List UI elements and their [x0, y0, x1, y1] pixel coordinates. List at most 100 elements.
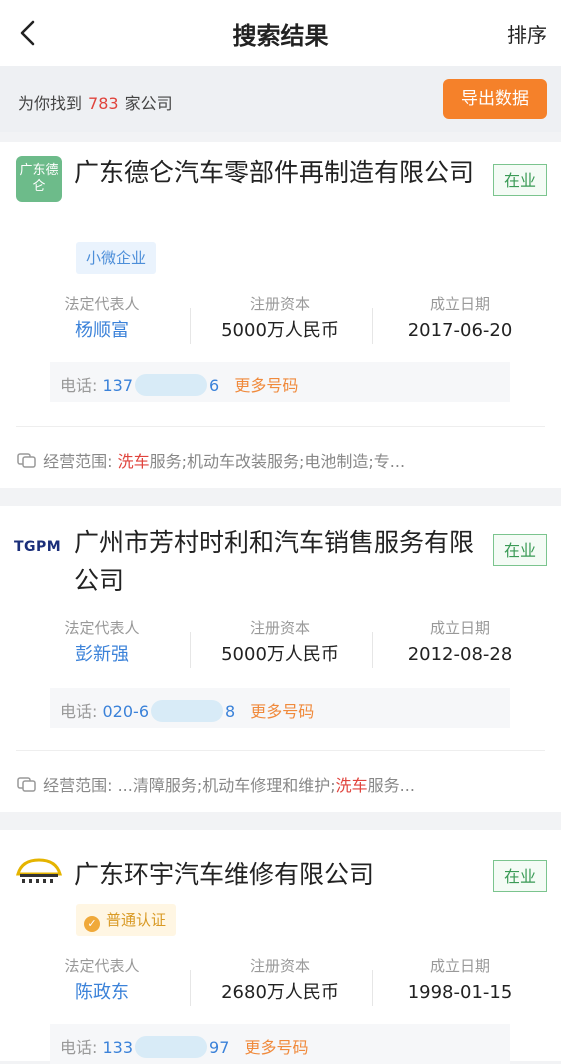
founded-label: 成立日期 — [429, 295, 490, 313]
capital-col: 注册资本 2680万人民币 — [200, 956, 360, 1006]
phone-prefix: 137 — [102, 376, 134, 395]
card-divider — [16, 750, 545, 751]
phone-number[interactable]: 133 97 — [102, 1036, 230, 1058]
sort-button[interactable]: 排序 — [507, 19, 547, 48]
scope-icon — [17, 777, 36, 792]
company-logo: TGPM — [14, 524, 74, 570]
phone-label: 电话: — [60, 376, 98, 395]
company-logo-car-icon — [16, 858, 62, 883]
scope-icon — [17, 453, 36, 468]
logo-text: TGPM — [14, 539, 62, 555]
certification-tag: ✓ 普通认证 — [76, 904, 177, 936]
legal-rep-col: 法定代表人 陈政东 — [22, 956, 182, 1006]
phone-mask — [135, 1036, 208, 1058]
phone-label: 电话: — [60, 702, 98, 721]
scope-label: 经营范围: — [43, 776, 113, 795]
company-name[interactable]: 广东环宇汽车维修有限公司 — [74, 856, 474, 894]
company-info-row: 法定代表人 杨顺富 注册资本 5000万人民币 成立日期 2017-06-20 — [0, 294, 561, 354]
phone-mask — [135, 374, 208, 396]
company-card[interactable]: TGPM 广州市芳村时利和汽车销售服务有限公司 在业 法定代表人 彭新强 注册资… — [0, 506, 561, 812]
divider — [372, 632, 373, 668]
legal-rep-link[interactable]: 陈政东 — [22, 980, 182, 1006]
legal-rep-col: 法定代表人 彭新强 — [22, 618, 182, 668]
scope-text-pre: ...清障服务;机动车修理和维护; — [117, 776, 336, 795]
phone-line: 电话: 137 6 更多号码 — [60, 372, 298, 396]
legal-rep-link[interactable]: 彭新强 — [22, 642, 182, 668]
legal-rep-label: 法定代表人 — [64, 957, 140, 975]
founded-col: 成立日期 2017-06-20 — [380, 294, 540, 344]
company-info-row: 法定代表人 陈政东 注册资本 2680万人民币 成立日期 1998-01-15 — [0, 956, 561, 1016]
capital-value: 5000万人民币 — [221, 644, 339, 665]
phone-mask — [151, 700, 223, 722]
company-card[interactable]: 广东环宇汽车维修有限公司 在业 ✓ 普通认证 法定代表人 陈政东 注册资本 268… — [0, 830, 561, 1064]
capital-value: 2680万人民币 — [221, 982, 339, 1003]
capital-col: 注册资本 5000万人民币 — [200, 294, 360, 344]
capital-label: 注册资本 — [249, 619, 310, 637]
scope-text-post: 服务... — [367, 776, 415, 795]
capital-value: 5000万人民币 — [221, 320, 339, 341]
business-scope: 经营范围: 洗车服务;机动车改装服务;电池制造;专... — [16, 448, 546, 472]
company-card[interactable]: 广东德仑 广东德仑汽车零部件再制造有限公司 在业 小微企业 法定代表人 杨顺富 … — [0, 142, 561, 488]
scope-text-post: 服务;机动车改装服务;电池制造;专... — [149, 452, 406, 471]
phone-suffix: 6 — [209, 376, 220, 395]
scope-label: 经营范围: — [43, 452, 113, 471]
certification-label: 普通认证 — [106, 911, 167, 929]
summary-suffix: 家公司 — [124, 94, 173, 113]
divider — [372, 308, 373, 344]
phone-suffix: 97 — [209, 1038, 230, 1057]
capital-col: 注册资本 5000万人民币 — [200, 618, 360, 668]
logo-text: 广东德仑 — [19, 163, 59, 194]
navbar: 搜索结果 排序 — [0, 0, 561, 66]
status-badge: 在业 — [493, 164, 547, 196]
divider — [190, 970, 191, 1006]
company-name[interactable]: 广东德仑汽车零部件再制造有限公司 — [74, 154, 474, 192]
company-name[interactable]: 广州市芳村时利和汽车销售服务有限公司 — [74, 524, 474, 600]
phone-number[interactable]: 020-6 8 — [102, 700, 236, 722]
company-tag: 小微企业 — [76, 242, 157, 274]
page-title: 搜索结果 — [232, 22, 329, 50]
legal-rep-link[interactable]: 杨顺富 — [22, 318, 182, 344]
founded-label: 成立日期 — [429, 957, 490, 975]
status-badge: 在业 — [493, 534, 547, 566]
result-summary-text: 为你找到 783 家公司 — [18, 90, 173, 114]
phone-line: 电话: 133 97 更多号码 — [60, 1034, 309, 1058]
phone-suffix: 8 — [225, 702, 236, 721]
divider — [190, 632, 191, 668]
more-numbers-link[interactable]: 更多号码 — [234, 376, 298, 395]
founded-date: 1998-01-15 — [407, 982, 513, 1003]
status-badge: 在业 — [493, 860, 547, 892]
founded-col: 成立日期 1998-01-15 — [380, 956, 540, 1006]
phone-number[interactable]: 137 6 — [102, 374, 220, 396]
more-numbers-link[interactable]: 更多号码 — [250, 702, 314, 721]
company-logo: 广东德仑 — [16, 156, 62, 202]
summary-prefix: 为你找到 — [18, 94, 83, 113]
phone-line: 电话: 020-6 8 更多号码 — [60, 698, 314, 722]
certified-badge-icon: ✓ — [84, 916, 100, 932]
phone-box: 电话: 020-6 8 更多号码 — [50, 688, 510, 728]
legal-rep-label: 法定代表人 — [64, 619, 140, 637]
phone-prefix: 020-6 — [102, 702, 150, 721]
scope-highlight: 洗车 — [117, 452, 150, 471]
founded-label: 成立日期 — [429, 619, 490, 637]
more-numbers-link[interactable]: 更多号码 — [245, 1038, 309, 1057]
phone-box: 电话: 137 6 更多号码 — [50, 362, 510, 402]
phone-prefix: 133 — [102, 1038, 134, 1057]
business-scope: 经营范围: ...清障服务;机动车修理和维护;洗车服务... — [16, 772, 546, 796]
founded-col: 成立日期 2012-08-28 — [380, 618, 540, 668]
capital-label: 注册资本 — [249, 957, 310, 975]
export-data-button[interactable]: 导出数据 — [443, 79, 547, 119]
phone-label: 电话: — [60, 1038, 98, 1057]
result-count: 783 — [88, 94, 119, 113]
founded-date: 2017-06-20 — [407, 320, 513, 341]
legal-rep-col: 法定代表人 杨顺富 — [22, 294, 182, 344]
result-summary-bar: 为你找到 783 家公司 导出数据 — [0, 66, 561, 132]
capital-label: 注册资本 — [249, 295, 310, 313]
scope-highlight: 洗车 — [335, 776, 368, 795]
founded-date: 2012-08-28 — [407, 644, 513, 665]
divider — [190, 308, 191, 344]
card-divider — [16, 426, 545, 427]
divider — [372, 970, 373, 1006]
company-info-row: 法定代表人 彭新强 注册资本 5000万人民币 成立日期 2012-08-28 — [0, 618, 561, 678]
legal-rep-label: 法定代表人 — [64, 295, 140, 313]
phone-box: 电话: 133 97 更多号码 — [50, 1024, 510, 1064]
